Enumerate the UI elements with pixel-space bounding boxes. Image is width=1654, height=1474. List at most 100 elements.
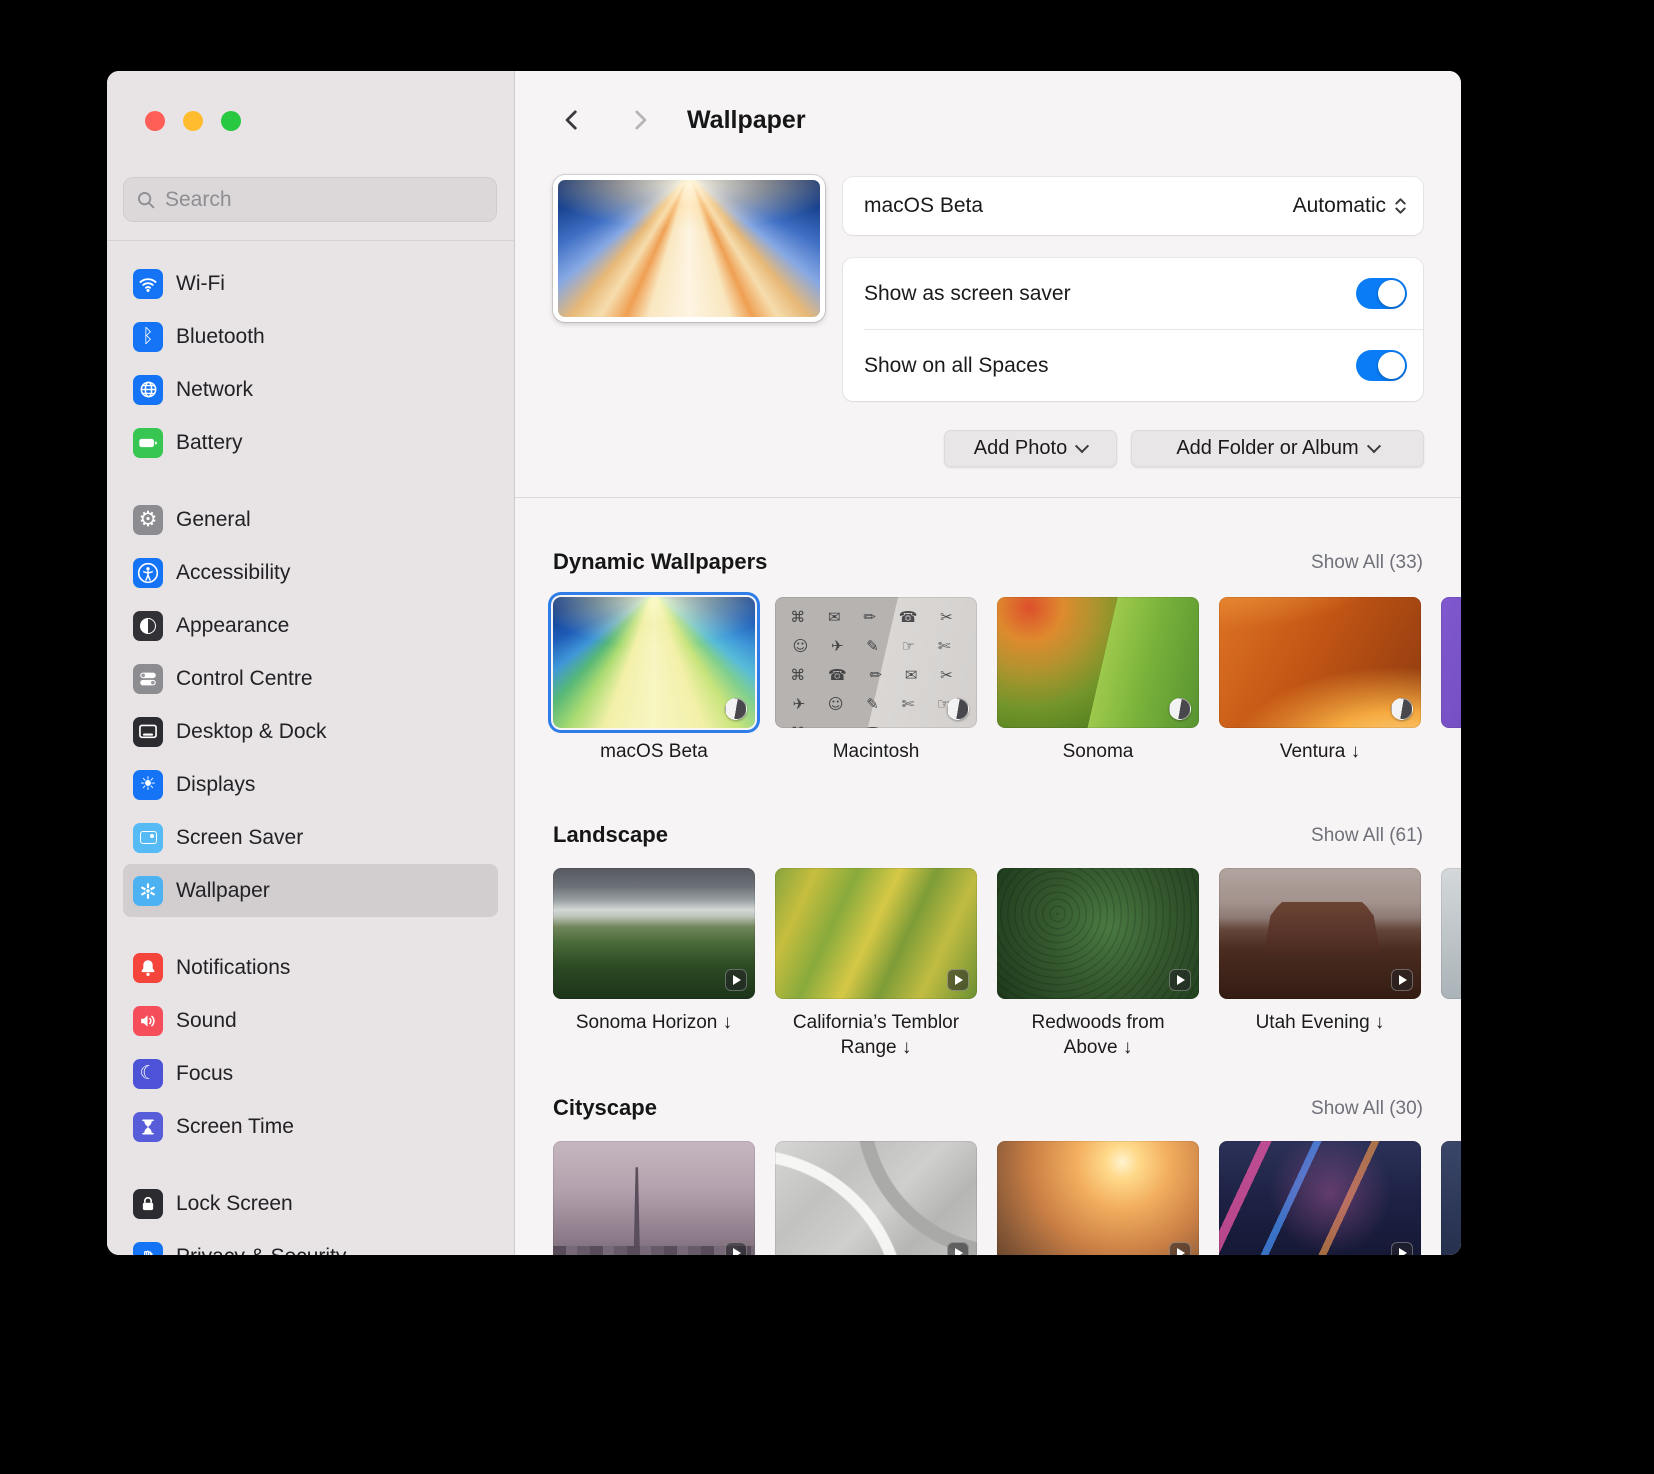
lock-icon <box>133 1188 163 1219</box>
sidebar-item-battery[interactable]: Battery <box>123 416 498 469</box>
sidebar-item-notifications[interactable]: Notifications <box>123 941 498 994</box>
notifications-bell-icon <box>133 952 163 983</box>
thumb-label: Utah Evening ↓ <box>1255 1012 1385 1033</box>
wallpaper-thumb-interchange[interactable] <box>775 1141 977 1255</box>
sidebar-item-label: Notifications <box>176 955 291 979</box>
sidebar-item-appearance[interactable]: Appearance <box>123 599 498 652</box>
thumb-image <box>997 1141 1199 1255</box>
current-wallpaper-image <box>558 180 820 317</box>
section-title-cityscape: Cityscape <box>553 1095 657 1120</box>
thumb-image <box>1441 597 1461 728</box>
desktop-dock-icon <box>133 716 163 747</box>
show-all-dynamic[interactable]: Show All (33) <box>1311 552 1423 574</box>
thumb-image <box>997 597 1199 728</box>
sidebar: Wi-Fi ᛒ Bluetooth Network Battery ⚙ <box>107 71 515 1255</box>
thumb-image <box>1441 1141 1461 1255</box>
wallpaper-thumb-macos-beta[interactable]: macOS Beta <box>553 597 755 764</box>
minimize-button[interactable] <box>183 111 203 131</box>
dynamic-wallpapers-row: macOS Beta ⌘ ✉ ✏ ☎ ✂ ☺ ✈ ✎ ☞ ✄ ⌘ ☎ ✏ ✉ ✂… <box>553 597 1461 764</box>
bluetooth-icon: ᛒ <box>133 321 163 352</box>
dynamic-badge-icon <box>1391 698 1413 720</box>
screen-saver-toggle[interactable] <box>1356 278 1407 309</box>
mode-value: Automatic <box>1292 194 1386 217</box>
close-button[interactable] <box>145 111 165 131</box>
sidebar-item-screen-time[interactable]: Screen Time <box>123 1100 498 1153</box>
sidebar-item-label: Wallpaper <box>176 878 270 902</box>
thumb-image <box>553 868 755 999</box>
content-divider <box>515 497 1461 498</box>
sidebar-item-network[interactable]: Network <box>123 363 498 416</box>
sidebar-item-wallpaper[interactable]: Wallpaper <box>123 864 498 917</box>
thumb-image <box>1219 868 1421 999</box>
sidebar-item-label: Bluetooth <box>176 324 265 348</box>
wallpaper-thumb-partial[interactable] <box>1441 597 1461 764</box>
sidebar-item-label: Focus <box>176 1061 234 1085</box>
landscape-row: Sonoma Horizon ↓ California’s Temblor Ra… <box>553 868 1461 1060</box>
sidebar-item-label: Privacy & Security <box>176 1245 346 1256</box>
show-all-landscape[interactable]: Show All (61) <box>1311 825 1423 847</box>
page-title: Wallpaper <box>687 105 806 134</box>
tower-silhouette <box>633 1167 640 1249</box>
section-title-dynamic: Dynamic Wallpapers <box>553 549 768 574</box>
sidebar-item-desktop-dock[interactable]: Desktop & Dock <box>123 705 498 758</box>
video-badge-icon <box>1169 1242 1191 1255</box>
popup-chevrons-icon <box>1395 198 1406 214</box>
mode-popup-button[interactable]: Automatic <box>1293 194 1409 218</box>
add-folder-label: Add Folder or Album <box>1176 437 1359 459</box>
search-input[interactable] <box>165 187 485 212</box>
system-settings-window: Wi-Fi ᛒ Bluetooth Network Battery ⚙ <box>107 71 1461 1255</box>
video-badge-icon <box>725 1242 747 1255</box>
wallpaper-thumb-temblor-range[interactable]: California’s Temblor Range ↓ <box>775 868 977 1060</box>
all-spaces-toggle[interactable] <box>1356 350 1407 381</box>
sound-speaker-icon <box>133 1005 163 1036</box>
wallpaper-thumb-city-sunset[interactable] <box>997 1141 1199 1255</box>
wallpaper-thumb-partial[interactable] <box>1441 868 1461 1060</box>
all-spaces-label: Show on all Spaces <box>864 353 1049 377</box>
sidebar-item-bluetooth[interactable]: ᛒ Bluetooth <box>123 310 498 363</box>
cityscape-row <box>553 1141 1461 1255</box>
add-photo-button[interactable]: Add Photo <box>944 430 1117 467</box>
sidebar-item-privacy-security[interactable]: Privacy & Security <box>123 1230 498 1255</box>
wallpaper-thumb-sonoma-horizon[interactable]: Sonoma Horizon ↓ <box>553 868 755 1060</box>
section-title-landscape: Landscape <box>553 822 668 847</box>
sidebar-item-accessibility[interactable]: Accessibility <box>123 546 498 599</box>
dynamic-badge-icon <box>947 698 969 720</box>
sidebar-item-lock-screen[interactable]: Lock Screen <box>123 1177 498 1230</box>
wallpaper-thumb-sonoma[interactable]: Sonoma <box>997 597 1199 764</box>
video-badge-icon <box>725 969 747 991</box>
gear-icon: ⚙ <box>133 504 163 535</box>
sidebar-item-label: Network <box>176 377 254 401</box>
sidebar-item-label: Desktop & Dock <box>176 719 327 743</box>
sidebar-item-control-centre[interactable]: Control Centre <box>123 652 498 705</box>
show-all-cityscape[interactable]: Show All (30) <box>1311 1098 1423 1120</box>
sidebar-item-label: Displays <box>176 772 256 796</box>
back-button[interactable] <box>559 105 585 135</box>
sidebar-item-screen-saver[interactable]: Screen Saver <box>123 811 498 864</box>
wallpaper-thumb-redwoods[interactable]: Redwoods from Above ↓ <box>997 868 1199 1060</box>
wallpaper-thumb-city-haze[interactable] <box>553 1141 755 1255</box>
thumb-label: California’s Temblor Range ↓ <box>792 1012 960 1058</box>
sidebar-item-displays[interactable]: ☀ Displays <box>123 758 498 811</box>
current-wallpaper-name: macOS Beta <box>864 194 984 217</box>
sidebar-item-sound[interactable]: Sound <box>123 994 498 1047</box>
video-badge-icon <box>1169 969 1191 991</box>
wallpaper-thumb-ventura[interactable]: Ventura ↓ <box>1219 597 1421 764</box>
toggle-knob <box>1378 352 1405 379</box>
sidebar-item-label: Battery <box>176 430 243 454</box>
sidebar-item-label: Screen Time <box>176 1114 294 1138</box>
sidebar-item-general[interactable]: ⚙ General <box>123 493 498 546</box>
wallpaper-thumb-city-night[interactable] <box>1219 1141 1421 1255</box>
add-folder-button[interactable]: Add Folder or Album <box>1131 430 1424 467</box>
wallpaper-thumb-partial[interactable] <box>1441 1141 1461 1255</box>
screen-saver-icon <box>133 822 163 853</box>
battery-icon <box>133 427 163 458</box>
video-badge-icon <box>1391 1242 1413 1255</box>
sidebar-item-focus[interactable]: ☾ Focus <box>123 1047 498 1100</box>
forward-button[interactable] <box>627 105 653 135</box>
chevron-right-icon <box>635 110 647 130</box>
zoom-button[interactable] <box>221 111 241 131</box>
wallpaper-thumb-macintosh[interactable]: ⌘ ✉ ✏ ☎ ✂ ☺ ✈ ✎ ☞ ✄ ⌘ ☎ ✏ ✉ ✂ ✈ ☺ ✎ ✄ ☞ … <box>775 597 977 764</box>
wallpaper-thumb-utah-evening[interactable]: Utah Evening ↓ <box>1219 868 1421 1060</box>
chevron-down-icon <box>1366 438 1381 453</box>
sidebar-item-wifi[interactable]: Wi-Fi <box>123 257 498 310</box>
